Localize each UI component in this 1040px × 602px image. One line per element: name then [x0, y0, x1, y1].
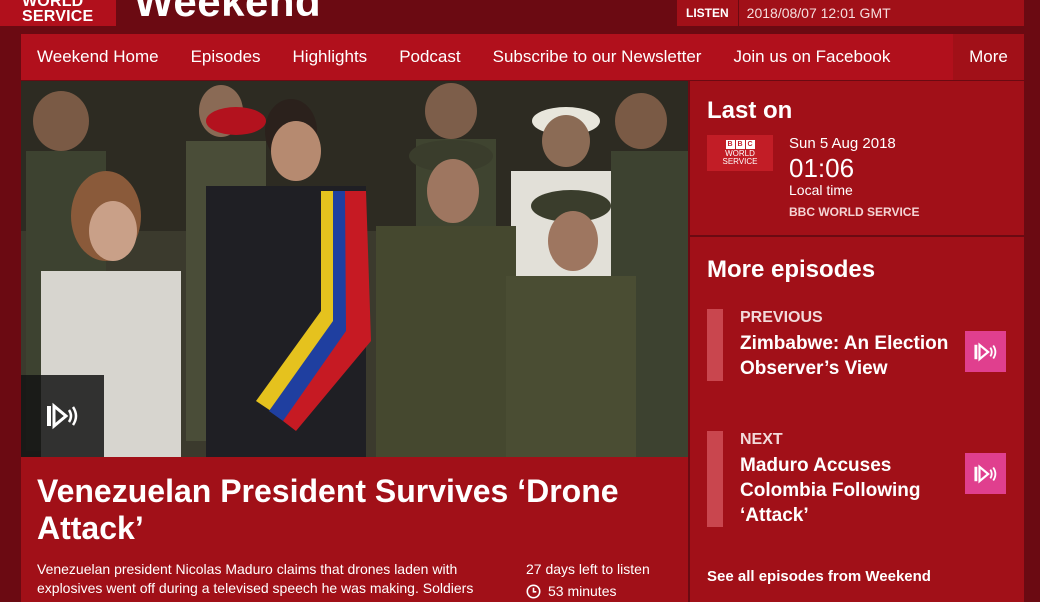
station-logo-line-2: SERVICE: [722, 157, 758, 166]
play-icon: [973, 463, 996, 484]
programme-nav: Weekend Home Episodes Highlights Podcast…: [21, 34, 1024, 80]
episode-accent-bar: [707, 431, 723, 527]
last-on-section: Last on BBC WORLD SERVICE Sun 5 Aug 2018…: [690, 81, 1024, 237]
last-on-station[interactable]: BBC WORLD SERVICE: [789, 205, 919, 219]
nav-item-podcast[interactable]: Podcast: [383, 34, 476, 80]
nav-item-newsletter[interactable]: Subscribe to our Newsletter: [477, 34, 718, 80]
duration: 53 minutes: [526, 583, 616, 599]
last-on-time: 01:06: [789, 153, 855, 183]
nav-item-episodes[interactable]: Episodes: [175, 34, 277, 80]
top-bar: WORLD SERVICE Weekend LISTEN 2018/08/07 …: [0, 0, 1040, 26]
programme-title[interactable]: Weekend: [134, 0, 321, 26]
see-all-episodes-link[interactable]: See all episodes from Weekend: [707, 568, 931, 585]
episode-hero-image[interactable]: [21, 81, 688, 457]
brand-network-name: WORLD SERVICE: [22, 0, 94, 25]
nav-item-facebook[interactable]: Join us on Facebook: [717, 34, 906, 80]
next-episode-title[interactable]: Maduro Accuses Colombia Following ‘Attac…: [740, 453, 965, 528]
nav-item-highlights[interactable]: Highlights: [277, 34, 384, 80]
clock-icon: [526, 584, 541, 598]
sidebar: Last on BBC WORLD SERVICE Sun 5 Aug 2018…: [690, 81, 1024, 602]
availability-text: 27 days left to listen: [526, 561, 650, 577]
episode-accent-bar: [707, 309, 723, 381]
next-label: NEXT: [740, 431, 783, 448]
last-on-time-label: Local time: [789, 182, 853, 198]
next-play-button[interactable]: [965, 453, 1006, 494]
more-episodes-section: More episodes PREVIOUS Zimbabwe: An Elec…: [690, 239, 1024, 602]
bbc-blocks-icon: BBC: [725, 140, 755, 149]
episode-title: Venezuelan President Survives ‘Drone Att…: [37, 473, 619, 546]
next-episode-card[interactable]: NEXT Maduro Accuses Colombia Following ‘…: [707, 431, 1007, 529]
broadcast-bar: LISTEN 2018/08/07 12:01 GMT: [677, 0, 1024, 26]
nav-item-weekend-home[interactable]: Weekend Home: [21, 34, 175, 80]
play-icon: [973, 341, 996, 362]
more-episodes-heading: More episodes: [707, 256, 876, 283]
station-logo[interactable]: BBC WORLD SERVICE: [707, 135, 773, 171]
hero-photo-illustration: [21, 81, 688, 457]
episode-details: Venezuelan President Survives ‘Drone Att…: [21, 457, 688, 602]
previous-play-button[interactable]: [965, 331, 1006, 372]
nav-more-button[interactable]: More: [953, 34, 1024, 80]
broadcast-timestamp: 2018/08/07 12:01 GMT: [746, 5, 891, 21]
listen-button[interactable]: LISTEN: [677, 0, 739, 26]
previous-episode-card[interactable]: PREVIOUS Zimbabwe: An Election Observer’…: [707, 309, 1007, 383]
duration-text: 53 minutes: [548, 583, 617, 599]
last-on-date: Sun 5 Aug 2018: [789, 135, 896, 152]
previous-label: PREVIOUS: [740, 309, 823, 326]
episode-description: Venezuelan president Nicolas Maduro clai…: [37, 561, 474, 596]
last-on-heading: Last on: [707, 97, 793, 124]
hero-play-button[interactable]: [21, 375, 104, 457]
bbc-world-service-logo[interactable]: WORLD SERVICE: [0, 0, 116, 26]
play-icon: [46, 402, 77, 430]
previous-episode-title[interactable]: Zimbabwe: An Election Observer’s View: [740, 331, 965, 381]
